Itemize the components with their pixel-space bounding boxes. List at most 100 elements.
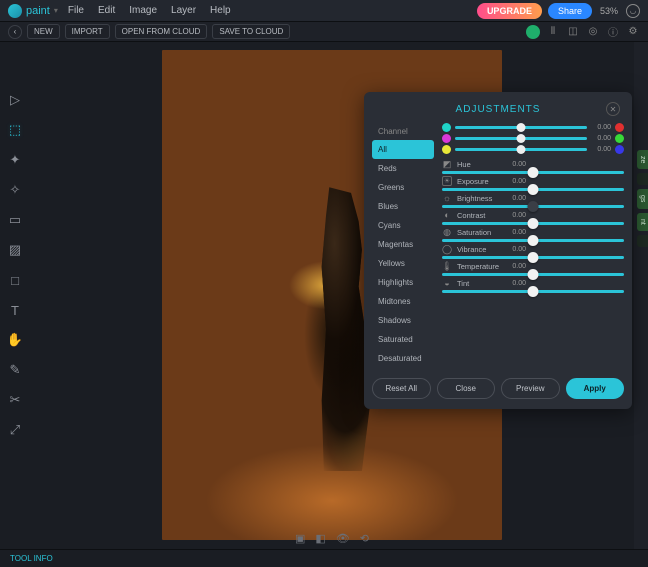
slider-track[interactable] [442, 273, 624, 276]
slider-track[interactable] [442, 188, 624, 191]
compare-icon[interactable]: ◧ [315, 532, 325, 545]
transform-tool[interactable]: ⤢ [7, 422, 23, 438]
histogram-icon[interactable]: ⫴ [546, 25, 560, 39]
slider-track[interactable] [442, 171, 624, 174]
menu-edit[interactable]: Edit [98, 5, 115, 16]
channel-heading: Channel [372, 123, 434, 140]
contrast-icon: ◐ [442, 210, 452, 220]
color-slider[interactable] [455, 137, 587, 140]
menu-image[interactable]: Image [129, 5, 157, 16]
zoom-level[interactable]: 53% [600, 6, 618, 16]
tool-info-label[interactable]: TOOL INFO [10, 554, 53, 563]
channel-all[interactable]: All [372, 140, 434, 159]
preview-button[interactable]: Preview [501, 378, 560, 399]
brightness-icon: ☼ [442, 193, 452, 203]
menu-layer[interactable]: Layer [171, 5, 196, 16]
slider-track[interactable] [442, 239, 624, 242]
color-dot-left [442, 123, 451, 132]
status-indicator-icon[interactable] [526, 25, 540, 39]
reset-view-icon[interactable]: ⟲ [360, 532, 369, 545]
channel-highlights[interactable]: Highlights [372, 273, 434, 292]
channel-cyans[interactable]: Cyans [372, 216, 434, 235]
color-dot-left [442, 134, 451, 143]
channel-list: Channel AllRedsGreensBluesCyansMagentasY… [372, 123, 434, 368]
channel-shadows[interactable]: Shadows [372, 311, 434, 330]
apply-button[interactable]: Apply [566, 378, 625, 399]
text-tool[interactable]: T [7, 302, 23, 318]
edge-tab-2[interactable]: gs [637, 189, 648, 208]
color-slider[interactable] [455, 148, 587, 151]
slider-label: Contrast [457, 211, 501, 220]
marquee-tool[interactable]: ⬚ [7, 122, 23, 138]
temperature-icon: 🌡 [442, 261, 452, 271]
channel-blues[interactable]: Blues [372, 197, 434, 216]
brush-tool[interactable]: ▭ [7, 212, 23, 228]
reset-all-button[interactable]: Reset All [372, 378, 431, 399]
slider-track[interactable] [442, 205, 624, 208]
edge-tab-4[interactable] [637, 235, 648, 247]
pointer-tool[interactable]: ▷ [7, 92, 23, 108]
crop-tool[interactable]: ✂ [7, 392, 23, 408]
channel-reds[interactable]: Reds [372, 159, 434, 178]
info-icon[interactable]: ⓘ [606, 25, 620, 39]
adjustments-icon[interactable]: ◎ [586, 25, 600, 39]
new-button[interactable]: NEW [27, 24, 60, 39]
preview-icon[interactable]: 👁 [336, 532, 350, 545]
slider-value: 0.00 [506, 212, 526, 219]
import-button[interactable]: IMPORT [65, 24, 110, 39]
tint-icon: ◒ [442, 278, 452, 288]
menu-file[interactable]: File [68, 5, 84, 16]
app-logo [8, 4, 22, 18]
app-name[interactable]: paint [26, 5, 50, 17]
hand-tool[interactable]: ✋ [7, 332, 23, 348]
slider-track[interactable] [442, 222, 624, 225]
slider-track[interactable] [442, 290, 624, 293]
close-icon[interactable]: ✕ [606, 102, 620, 116]
slider-brightness: ☼Brightness0.00 [442, 193, 624, 208]
share-button[interactable]: Share [548, 3, 592, 19]
slider-track[interactable] [442, 256, 624, 259]
slider-value: 0.00 [506, 229, 526, 236]
slider-value: 0.00 [506, 195, 526, 202]
undo-button[interactable]: ‹ [8, 25, 22, 39]
fill-tool[interactable]: ▨ [7, 242, 23, 258]
fit-icon[interactable]: ▣ [295, 532, 305, 545]
slider-hue: ◩Hue0.00 [442, 159, 624, 174]
lasso-tool[interactable]: ✦ [7, 152, 23, 168]
channel-midtones[interactable]: Midtones [372, 292, 434, 311]
save-to-cloud-button[interactable]: SAVE TO CLOUD [212, 24, 290, 39]
edge-tab-1[interactable] [637, 173, 648, 185]
channel-magentas[interactable]: Magentas [372, 235, 434, 254]
color-slider[interactable] [455, 126, 587, 129]
channel-desaturated[interactable]: Desaturated [372, 349, 434, 368]
exposure-icon: ☀ [442, 176, 452, 186]
slider-label: Hue [457, 160, 501, 169]
shape-tool[interactable]: □ [7, 272, 23, 288]
slider-label: Temperature [457, 262, 501, 271]
menu-help[interactable]: Help [210, 5, 231, 16]
settings-icon[interactable]: ⚙ [626, 25, 640, 39]
color-dot-right [615, 123, 624, 132]
channel-saturated[interactable]: Saturated [372, 330, 434, 349]
upgrade-button[interactable]: UPGRADE [477, 3, 542, 19]
close-button[interactable]: Close [437, 378, 496, 399]
app-dropdown-caret[interactable]: ▾ [54, 6, 58, 15]
canvas-bottom-tools: ▣ ◧ 👁 ⟲ [295, 532, 369, 545]
channel-yellows[interactable]: Yellows [372, 254, 434, 273]
user-account-icon[interactable]: ◡ [626, 4, 640, 18]
color-dot-right [615, 145, 624, 154]
layers-icon[interactable]: ◫ [566, 25, 580, 39]
eyedropper-tool[interactable]: ✎ [7, 362, 23, 378]
open-from-cloud-button[interactable]: OPEN FROM CLOUD [115, 24, 208, 39]
slider-tint: ◒Tint0.00 [442, 278, 624, 293]
color-value: 0.00 [591, 146, 611, 153]
edge-tab-0[interactable]: ze [637, 150, 648, 169]
panel-title: ADJUSTMENTS [456, 104, 541, 115]
slider-label: Vibrance [457, 245, 501, 254]
slider-value: 0.00 [506, 263, 526, 270]
wand-tool[interactable]: ✧ [7, 182, 23, 198]
edge-tab-3[interactable]: nt [637, 213, 648, 231]
slider-label: Exposure [457, 177, 501, 186]
slider-exposure: ☀Exposure0.00 [442, 176, 624, 191]
channel-greens[interactable]: Greens [372, 178, 434, 197]
